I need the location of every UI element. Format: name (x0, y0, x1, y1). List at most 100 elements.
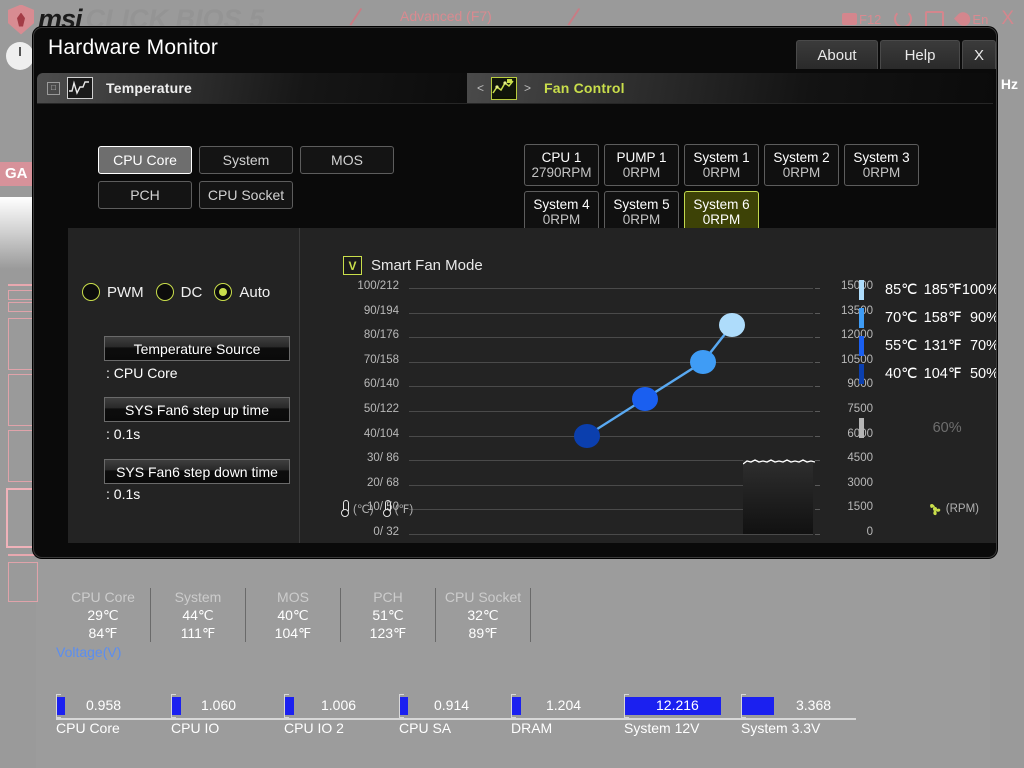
readout-fahrenheit: 89℉ (438, 624, 528, 642)
fan-rpm: 0RPM (623, 212, 661, 228)
curve-row-1[interactable]: 85℃185℉100% (859, 276, 997, 304)
fan-rpm: 2790RPM (531, 165, 591, 181)
rail-row-7 (8, 562, 38, 602)
fan-name: System 2 (773, 150, 829, 165)
fahrenheit-unit-label: (℉) (395, 502, 414, 516)
fan-curve-point-2[interactable] (632, 387, 658, 411)
fan-cpu-1[interactable]: CPU 12790RPM (524, 144, 599, 186)
temp-source-mos[interactable]: MOS (300, 146, 394, 174)
chart-axis-legend: (℃) (℉) (RPM) (299, 500, 996, 517)
checkbox-icon: □ (47, 82, 60, 95)
y2-tick-mark (815, 460, 820, 461)
readout-fahrenheit: 111℉ (153, 624, 243, 642)
y-axis-tick-label: 20/ 68 (367, 477, 399, 489)
temp-readout-mos: MOS40℃104℉ (246, 588, 341, 642)
fan-curve-plot[interactable]: 100/2121500090/1941350080/1761200070/158… (409, 288, 813, 534)
radio-dc[interactable] (156, 283, 174, 301)
temperature-source-value: : CPU Core (106, 365, 178, 381)
fan-pump-1[interactable]: PUMP 10RPM (604, 144, 679, 186)
curve-row-4[interactable]: 40℃104℉50% (859, 360, 997, 388)
fan-curve-point-4[interactable] (719, 313, 745, 337)
temperature-status-bar: CPU Core29℃84℉System44℃111℉MOS40℃104℉PCH… (36, 580, 991, 650)
next-icon[interactable]: > (524, 81, 531, 95)
voltage-bar-fill (172, 697, 181, 715)
fan-mode-radios: PWMDCAuto (82, 283, 275, 301)
voltage-track: 0.958CPU Core1.060CPU IO1.006CPU IO 20.9… (56, 694, 856, 720)
fan-settings-panel: PWMDCAuto Temperature Source : CPU Core … (68, 228, 300, 543)
step-up-time-button[interactable]: SYS Fan6 step up time (104, 397, 290, 422)
fan-curve-chart: V Smart Fan Mode 100/2121500090/19413500… (299, 228, 996, 543)
fan-name: CPU 1 (542, 150, 582, 165)
tab-strip: □ Temperature < > Fan C (37, 73, 993, 103)
step-up-time-value: : 0.1s (106, 426, 140, 442)
voltage-value: 0.914 (434, 697, 469, 713)
help-button[interactable]: Help (880, 40, 960, 69)
y2-axis-tick-label: 3000 (827, 477, 873, 489)
radio-auto[interactable] (214, 283, 232, 301)
y2-tick-mark (815, 436, 820, 437)
step-down-time-button[interactable]: SYS Fan6 step down time (104, 459, 290, 484)
temperature-readouts: CPU Core29℃84℉System44℃111℉MOS40℃104℉PCH… (56, 588, 531, 642)
frequency-unit-label: Hz (1001, 76, 1018, 92)
y2-tick-mark (815, 534, 820, 535)
gridline (409, 534, 813, 535)
fan-system-5[interactable]: System 50RPM (604, 191, 679, 233)
tab-fan-control[interactable]: < > Fan Control (467, 73, 993, 103)
curve-row-5[interactable]: 60% (859, 414, 997, 442)
fan-system-1[interactable]: System 10RPM (684, 144, 759, 186)
voltage-label: System 12V (624, 720, 699, 736)
y2-tick-mark (815, 386, 820, 387)
y2-axis-tick-label: 4500 (827, 452, 873, 464)
fan-system-2[interactable]: System 20RPM (764, 144, 839, 186)
step-down-time-value: : 0.1s (106, 486, 140, 502)
curve-color-swatch (859, 336, 864, 356)
readout-name: CPU Core (58, 588, 148, 606)
readout-fahrenheit: 84℉ (58, 624, 148, 642)
voltage-label: System 3.3V (741, 720, 820, 736)
smart-fan-mode-checkbox[interactable]: V (343, 256, 362, 275)
radio-pwm[interactable] (82, 283, 100, 301)
temperature-source-button[interactable]: Temperature Source (104, 336, 290, 361)
voltage-value: 1.006 (321, 697, 356, 713)
close-button[interactable]: X (962, 40, 996, 69)
smart-fan-mode-row[interactable]: V Smart Fan Mode (343, 256, 483, 275)
y2-axis-tick-label: 0 (827, 526, 873, 538)
voltage-value: 12.216 (656, 697, 699, 713)
about-button[interactable]: About (796, 40, 878, 69)
curve-row-3[interactable]: 55℃131℉70% (859, 332, 997, 360)
curve-duty: 50% (962, 366, 997, 382)
temp-source-system[interactable]: System (199, 146, 293, 174)
curve-color-swatch (859, 308, 864, 328)
radio-label-pwm: PWM (107, 284, 144, 301)
temp-source-pch[interactable]: PCH (98, 181, 192, 209)
readout-fahrenheit: 104℉ (248, 624, 338, 642)
curve-temp-c: 55℃ (880, 338, 917, 354)
curve-temp-f: 131℉ (917, 338, 961, 354)
fan-system-4[interactable]: System 40RPM (524, 191, 599, 233)
tab-separator (37, 103, 993, 104)
fan-system-6[interactable]: System 60RPM (684, 191, 759, 233)
fan-system-3[interactable]: System 30RPM (844, 144, 919, 186)
temp-source-cpu-socket[interactable]: CPU Socket (199, 181, 293, 209)
readout-name: MOS (248, 588, 338, 606)
fan-curve-line (409, 288, 813, 534)
fan-icon (927, 501, 943, 517)
fan-control-panel: PWMDCAuto Temperature Source : CPU Core … (68, 228, 996, 543)
curve-duty: 90% (962, 310, 997, 326)
language-icon: En (957, 12, 988, 27)
curve-duty: 100% (962, 282, 997, 298)
fan-name: System 5 (613, 197, 669, 212)
y2-tick-mark (815, 485, 820, 486)
y-axis-tick-label: 90/194 (364, 305, 399, 317)
fan-curve-point-1[interactable] (574, 424, 600, 448)
fan-curve-point-3[interactable] (690, 350, 716, 374)
curve-row-2[interactable]: 70℃158℉90% (859, 304, 997, 332)
tab-temperature[interactable]: □ Temperature (37, 73, 467, 103)
readout-name: PCH (343, 588, 433, 606)
prev-icon[interactable]: < (477, 81, 484, 95)
radio-label-auto: Auto (239, 284, 270, 301)
screenshot-icon: F12 (842, 12, 881, 27)
fan-rpm: 0RPM (703, 212, 741, 228)
note-icon (925, 11, 944, 28)
temp-source-cpu-core[interactable]: CPU Core (98, 146, 192, 174)
